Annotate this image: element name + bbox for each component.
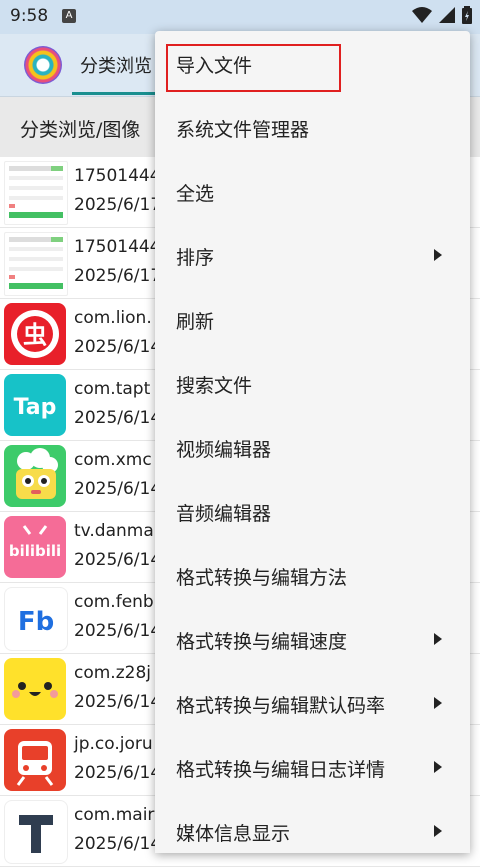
menu-item-select-all[interactable]: 全选	[155, 159, 470, 223]
status-time: 9:58	[10, 6, 49, 26]
file-date: 2025/6/14	[74, 763, 162, 783]
fb-logo-text: Fb	[18, 607, 54, 637]
menu-item-import-file[interactable]: 导入文件	[155, 31, 470, 95]
bilibili-logo-text: bilibili	[9, 542, 61, 560]
tab-category-browse[interactable]: 分类浏览	[80, 52, 152, 78]
file-name: com.tapt	[74, 379, 151, 399]
file-date: 2025/6/17	[74, 195, 162, 215]
battery-icon	[462, 6, 472, 24]
menu-item-media-info[interactable]: 媒体信息显示	[155, 799, 470, 853]
fenbi-app-icon: Fb	[4, 587, 68, 651]
file-date: 2025/6/17	[74, 266, 162, 286]
a-icon: A	[62, 9, 76, 23]
file-name: com.xmc	[74, 450, 152, 470]
file-date: 2025/6/14	[74, 621, 162, 641]
file-name: tv.danma	[74, 521, 154, 541]
file-name: 17501444	[74, 237, 161, 257]
menu-item-sort[interactable]: 排序	[155, 223, 470, 287]
menu-item-label: 格式转换与编辑方法	[176, 567, 348, 589]
menu-item-label: 媒体信息显示	[176, 823, 291, 845]
menu-item-label: 全选	[176, 183, 215, 205]
chong-glyph: 虫	[23, 321, 47, 349]
popcorn-app-icon	[4, 445, 66, 507]
menu-item-label: 系统文件管理器	[176, 119, 310, 141]
menu-item-conversion-method[interactable]: 格式转换与编辑方法	[155, 543, 470, 607]
tap-logo-text: Tap	[14, 395, 57, 420]
submenu-arrow-icon	[434, 761, 442, 773]
menu-item-conversion-speed[interactable]: 格式转换与编辑速度	[155, 607, 470, 671]
file-date: 2025/6/14	[74, 479, 162, 499]
status-bar: 9:58 A	[0, 0, 480, 34]
file-name: com.mair	[74, 805, 155, 825]
menu-item-label: 导入文件	[176, 55, 253, 77]
file-name: 17501444	[74, 166, 161, 186]
file-name: com.fenb	[74, 592, 154, 612]
menu-item-conversion-log[interactable]: 格式转换与编辑日志详情	[155, 735, 470, 799]
menu-item-label: 格式转换与编辑速度	[176, 631, 348, 653]
smiley-app-icon	[4, 658, 66, 720]
submenu-arrow-icon	[434, 825, 442, 837]
breadcrumb: 分类浏览/图像	[20, 119, 141, 141]
train-app-icon	[4, 729, 66, 791]
menu-item-label: 音频编辑器	[176, 503, 272, 525]
file-date: 2025/6/14	[74, 408, 162, 428]
t-app-icon	[4, 800, 68, 864]
file-date: 2025/6/14	[74, 692, 162, 712]
menu-item-label: 视频编辑器	[176, 439, 272, 461]
submenu-arrow-icon	[434, 697, 442, 709]
screenshot-thumb	[4, 161, 68, 225]
signal-icon	[439, 7, 455, 23]
status-icons	[412, 6, 472, 24]
menu-item-audio-editor[interactable]: 音频编辑器	[155, 479, 470, 543]
file-date: 2025/6/14	[74, 550, 162, 570]
file-name: jp.co.joru	[74, 734, 153, 754]
submenu-arrow-icon	[434, 633, 442, 645]
menu-item-label: 搜索文件	[176, 375, 253, 397]
menu-item-label: 格式转换与编辑默认码率	[176, 695, 386, 717]
menu-item-label: 格式转换与编辑日志详情	[176, 759, 386, 781]
screenshot-thumb	[4, 232, 68, 296]
bilibili-app-icon: bilibili	[4, 516, 66, 578]
menu-item-label: 排序	[176, 247, 215, 269]
file-date: 2025/6/14	[74, 337, 162, 357]
file-name: com.lion.	[74, 308, 152, 328]
submenu-arrow-icon	[434, 249, 442, 261]
menu-item-conversion-bitrate[interactable]: 格式转换与编辑默认码率	[155, 671, 470, 735]
file-name: com.z28j	[74, 663, 151, 683]
menu-item-search-files[interactable]: 搜索文件	[155, 351, 470, 415]
overflow-menu: 导入文件 系统文件管理器 全选 排序 刷新 搜索文件 视频编辑器 音频编辑器 格…	[155, 31, 470, 853]
wifi-icon	[412, 7, 432, 23]
taptap-app-icon: Tap	[4, 374, 66, 436]
menu-item-refresh[interactable]: 刷新	[155, 287, 470, 351]
file-date: 2025/6/14	[74, 834, 162, 854]
menu-item-label: 刷新	[176, 311, 215, 333]
tab-indicator	[72, 92, 156, 95]
menu-item-system-file-manager[interactable]: 系统文件管理器	[155, 95, 470, 159]
app-logo	[24, 46, 62, 84]
menu-item-video-editor[interactable]: 视频编辑器	[155, 415, 470, 479]
chong-app-icon: 虫	[4, 303, 66, 365]
